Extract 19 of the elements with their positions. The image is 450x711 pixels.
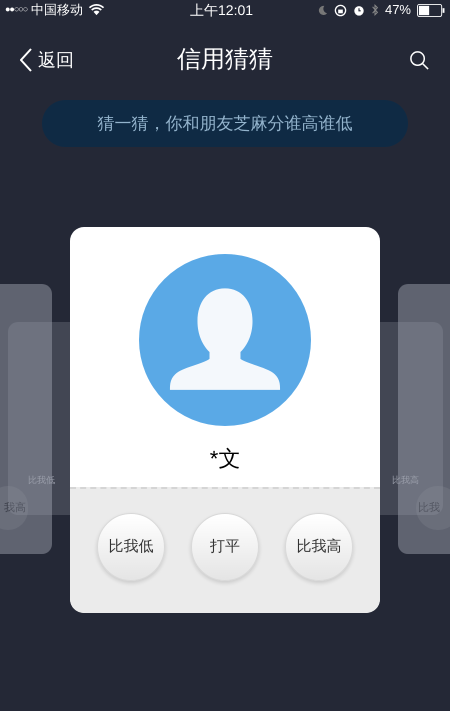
battery-icon (417, 4, 445, 16)
guess-button[interactable]: 比我低 (97, 513, 165, 581)
moon-icon (316, 4, 328, 16)
hint-banner: 猜一猜，你和朋友芝麻分谁高谁低 (42, 100, 408, 147)
bluetooth-icon (370, 3, 379, 17)
signal-strength: ●●○○○ (5, 3, 28, 16)
guess-button[interactable]: 比我高 (285, 513, 353, 581)
page-title: 信用猜猜 (177, 45, 273, 75)
battery-percent: 47% (384, 1, 411, 20)
chevron-left-icon (20, 48, 32, 72)
back-button[interactable]: 返回 (20, 46, 74, 74)
carrier-name: 中国移动 (31, 1, 84, 20)
avatar-icon (139, 254, 311, 426)
clock-time: 上午12:01 (190, 0, 254, 20)
alarm-icon (352, 4, 365, 16)
wifi-icon (88, 4, 106, 16)
search-icon[interactable] (409, 50, 430, 70)
guess-button[interactable]: 打平 (191, 513, 259, 581)
friend-name: *文 (210, 445, 240, 473)
